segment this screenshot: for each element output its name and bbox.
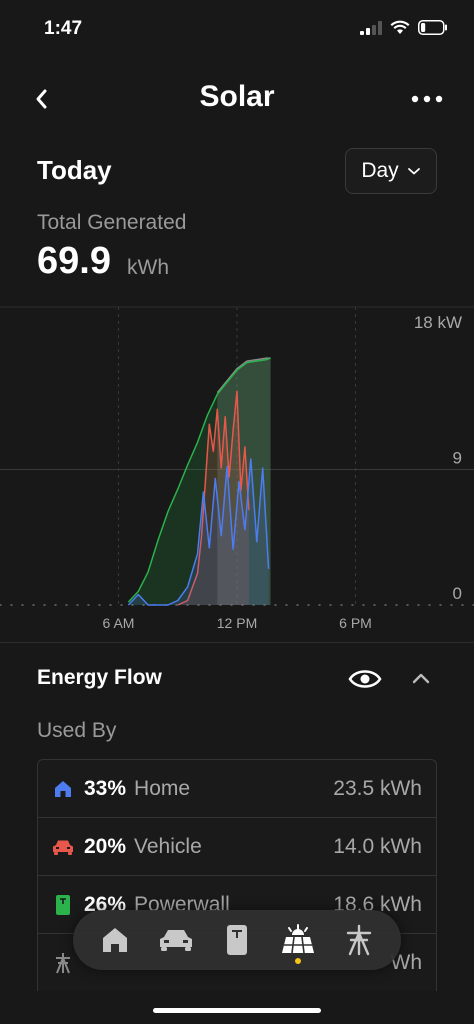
flow-percent: 33% xyxy=(84,776,127,800)
period-dropdown-value: Day xyxy=(361,159,399,182)
flow-row-home[interactable]: 33% Home 23.5 kWh xyxy=(37,759,437,817)
tab-grid[interactable] xyxy=(337,918,381,962)
flow-percent: 20% xyxy=(84,834,127,858)
y-tick-label: 9 xyxy=(453,449,462,468)
tab-powerwall[interactable] xyxy=(215,918,259,962)
period-heading: Today xyxy=(37,155,112,185)
flow-value: 23.5 kWh xyxy=(333,776,422,800)
energy-flow-title: Energy Flow xyxy=(37,666,162,689)
visibility-toggle-button[interactable] xyxy=(348,666,382,692)
tab-bar xyxy=(73,910,401,970)
total-generated-unit: kWh xyxy=(127,256,169,279)
home-icon xyxy=(52,778,74,800)
tab-vehicle[interactable] xyxy=(154,918,198,962)
home-icon xyxy=(103,928,128,952)
car-icon xyxy=(160,930,193,951)
chevron-down-icon xyxy=(407,168,420,175)
ellipsis-icon xyxy=(411,95,443,103)
grid-tower-icon xyxy=(346,924,371,956)
x-tick-label: 6 AM xyxy=(103,615,135,631)
status-icons xyxy=(360,20,448,35)
car-icon xyxy=(52,836,74,858)
powerwall-icon xyxy=(52,894,74,916)
y-tick-label: 18 kW xyxy=(414,313,462,332)
wifi-icon xyxy=(390,20,410,34)
page-title: Solar xyxy=(199,80,275,113)
battery-icon xyxy=(418,20,447,35)
nav-header: Solar xyxy=(0,76,474,126)
status-time: 1:47 xyxy=(44,18,83,39)
divider xyxy=(0,642,474,643)
chevron-up-icon xyxy=(412,673,430,684)
powerwall-icon xyxy=(226,925,247,955)
tab-home[interactable] xyxy=(93,918,137,962)
total-generated-value: 69.9 xyxy=(37,240,111,282)
cellular-signal-icon xyxy=(360,20,382,35)
status-bar: 1:47 xyxy=(0,0,474,60)
x-tick-label: 6 PM xyxy=(339,615,372,631)
solar-power-chart[interactable]: 18 kW 9 0 6 AM 12 PM 6 PM xyxy=(0,300,474,640)
collapse-button[interactable] xyxy=(408,666,434,692)
x-tick-label: 12 PM xyxy=(217,615,257,631)
y-tick-label: 0 xyxy=(453,584,462,603)
home-indicator xyxy=(153,1008,321,1013)
flow-value: 14.0 kWh xyxy=(333,834,422,858)
more-options-button[interactable] xyxy=(410,84,444,114)
tab-solar[interactable] xyxy=(276,918,320,964)
grid-tower-icon xyxy=(52,952,74,974)
solar-panel-icon xyxy=(281,924,314,954)
flow-row-vehicle[interactable]: 20% Vehicle 14.0 kWh xyxy=(37,817,437,875)
period-dropdown[interactable]: Day xyxy=(345,148,437,194)
flow-name: Home xyxy=(134,776,191,800)
active-tab-indicator xyxy=(294,958,301,964)
used-by-label: Used By xyxy=(37,719,117,742)
flow-name: Vehicle xyxy=(134,834,202,858)
total-generated-label: Total Generated xyxy=(37,211,187,234)
eye-icon xyxy=(348,670,382,688)
